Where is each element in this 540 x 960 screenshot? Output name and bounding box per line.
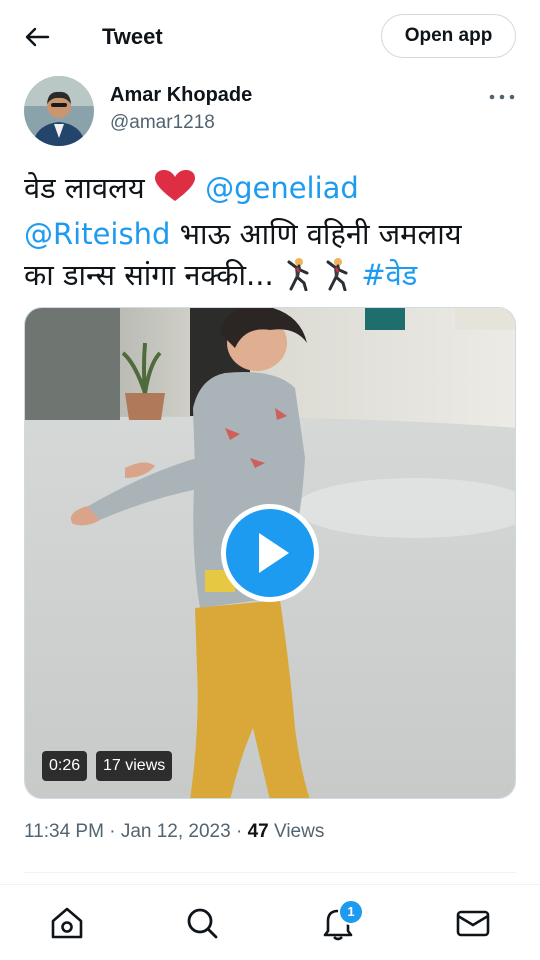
dancing-man-emoji-icon [322,257,352,302]
mention-riteishd[interactable]: @Riteishd [24,217,170,251]
play-icon [259,533,289,573]
back-arrow-icon[interactable] [22,22,52,52]
tweet-text: वेड लावलय @geneliad @Riteishd भाऊ आणि वह… [24,168,516,302]
notification-badge: 1 [338,899,364,925]
more-icon[interactable] [486,86,518,108]
views-count: 47 [247,821,269,842]
dancing-man-emoji-icon [283,257,313,302]
avatar[interactable] [24,76,94,146]
mention-geneliad[interactable]: @geneliad [205,171,359,205]
author-name[interactable]: Amar Khopade [110,84,252,107]
hashtag-ved[interactable]: #वेड [361,258,417,292]
tweet-date[interactable]: Jan 12, 2023 [121,821,231,842]
video-player[interactable]: 0:26 17 views [24,307,516,799]
home-icon[interactable] [47,903,87,943]
video-duration: 0:26 [42,751,88,781]
meta-separator: · [235,821,243,842]
video-views: 17 views [96,751,173,781]
heart-emoji-icon [154,169,196,214]
tweet-meta: 11:34 PM · Jan 12, 2023 · 47 Views [24,821,324,843]
views-label: Views [274,821,325,842]
tweet-time[interactable]: 11:34 PM [24,821,104,842]
play-button[interactable] [221,504,319,602]
meta-separator: · [109,821,116,842]
author-handle[interactable]: @amar1218 [110,112,215,134]
top-bar: Tweet Open app [0,0,540,74]
open-app-button[interactable]: Open app [381,14,516,58]
search-icon[interactable] [182,903,222,943]
tweet-text-part: भाऊ आणि वहिनी जमलाय [170,217,462,251]
mail-icon[interactable] [453,903,493,943]
divider [24,872,516,873]
bottom-nav: 1 [0,884,540,960]
tweet-text-part: वेड लावलय [24,171,154,205]
page-title: Tweet [102,24,163,49]
tweet-text-part: का डान्स सांगा नक्की... [24,258,283,292]
